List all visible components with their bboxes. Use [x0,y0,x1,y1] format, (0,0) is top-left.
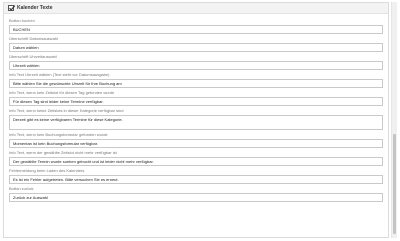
text-input[interactable]: Datum wählen [9,43,383,52]
fields-list: Button buchen BUCHEN Überschrift Datumsa… [4,14,388,202]
field-label: Info Text, wenn kein Buchungsformular ge… [9,132,108,137]
text-input[interactable]: Für diesen Tag sind leider keine Termine… [9,97,383,106]
text-input[interactable]: BUCHEN [9,25,383,34]
field-label: Info Text, wenn kein Zeitslot für diesen… [9,90,115,95]
field-button-back: Button zurück Zurück zur Auswahl [9,186,383,202]
field-info-slot-unavailable: Info Text, wenn der gewählte Zeitslot ni… [9,150,383,166]
text-area[interactable]: Derzeit gibt es keine verfügbaren Termin… [9,115,383,130]
field-info-no-form: Info Text, wenn kein Buchungsformular ge… [9,132,383,148]
field-error-loading: Fehlermeldung beim Laden des Kalenders E… [9,168,383,184]
field-info-choose-time: Info Text Uhrzeit wählen (Text steht vor… [9,72,383,88]
field-label: Info Text Uhrzeit wählen (Text steht vor… [9,72,110,77]
field-label: Fehlermeldung beim Laden des Kalenders [9,168,85,173]
panel-header[interactable]: Kalender Texte [4,3,388,14]
checkbox-checked-icon[interactable] [8,5,16,11]
calendar-texts-panel: Kalender Texte Button buchen BUCHEN Über… [3,2,389,238]
field-label: Button buchen [9,18,35,23]
field-button-buchen: Button buchen BUCHEN [9,18,383,34]
text-input[interactable]: Es ist ein Fehler aufgetreten. Bitte ver… [9,175,383,184]
field-label: Überschrift Datumsauswahl [9,36,58,41]
text-input[interactable]: Der gewählte Termin wurde soeben gebucht… [9,157,383,166]
panel-title: Kalender Texte [17,4,53,11]
field-label: Button zurück [9,186,34,191]
scrollbar-thumb[interactable] [393,134,396,234]
text-input[interactable]: Momentan ist kein Buchungsformular verfü… [9,139,383,148]
page: Kalender Texte Button buchen BUCHEN Über… [0,0,400,241]
text-input[interactable]: Bitte wählen Sie die gewünschte Uhrzeit … [9,79,383,88]
field-heading-time: Überschrift Uhrzeitauswahl Uhrzeit wähle… [9,54,383,70]
text-input[interactable]: Uhrzeit wählen [9,61,383,70]
field-label: Info Text, wenn der gewählte Zeitslot ni… [9,150,117,155]
field-heading-date: Überschrift Datumsauswahl Datum wählen [9,36,383,52]
text-input[interactable]: Zurück zur Auswahl [9,193,383,202]
field-info-no-slot-day: Info Text, wenn kein Zeitslot für diesen… [9,90,383,106]
field-info-no-slot-category: Info Text, wenn keine Zeitslots in diese… [9,108,383,130]
field-label: Info Text, wenn keine Zeitslots in diese… [9,108,124,113]
scrollbar[interactable] [391,2,397,238]
field-label: Überschrift Uhrzeitauswahl [9,54,57,59]
